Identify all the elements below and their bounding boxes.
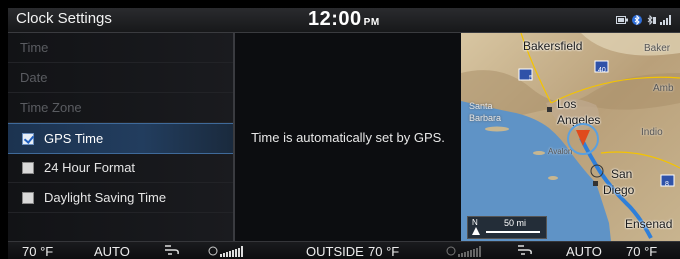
map-label-avalon: Avalon <box>548 147 573 156</box>
map-label-bakersfield: Bakersfield <box>523 39 583 53</box>
daylight-saving-checkbox[interactable] <box>22 191 34 204</box>
status-bar: Clock Settings 12:00 PM <box>8 8 680 33</box>
header-clock: 12:00 PM <box>308 8 380 31</box>
menu-item-label: Daylight Saving Time <box>44 190 167 205</box>
settings-menu: Time Date Time Zone GPS Time 24 Hour For… <box>8 33 233 241</box>
bluetooth-icon <box>632 14 642 28</box>
gps-time-description: Time is automatically set by GPS. <box>251 130 445 145</box>
info-panel: Time is automatically set by GPS. <box>235 33 461 241</box>
bluetooth-phone-icon <box>646 14 656 28</box>
nav-arrow-icon <box>576 130 590 146</box>
map-label-diego: Diego <box>603 183 635 197</box>
map-scale: N 50 mi <box>467 216 547 239</box>
status-icons <box>616 14 672 28</box>
right-airflow-icon[interactable] <box>516 243 534 259</box>
highway-shield-8: 8 <box>665 181 669 188</box>
north-label: N <box>472 218 478 227</box>
menu-item-time-zone: Time Zone <box>8 93 233 123</box>
gps-time-checkbox[interactable] <box>22 132 34 145</box>
left-auto-mode[interactable]: AUTO <box>94 244 130 259</box>
page-title: Clock Settings <box>16 10 112 27</box>
menu-item-label: 24 Hour Format <box>44 160 136 175</box>
map-label-santa: Santa <box>469 101 493 111</box>
map-label-amb: Amb <box>653 83 674 94</box>
left-airflow-icon[interactable] <box>163 243 181 259</box>
menu-item-date: Date <box>8 63 233 93</box>
menu-item-daylight-saving-time[interactable]: Daylight Saving Time <box>8 183 233 213</box>
right-auto-mode[interactable]: AUTO <box>566 244 602 259</box>
right-temp[interactable]: 70 °F <box>626 244 657 259</box>
menu-item-label: Date <box>20 70 48 85</box>
scale-bar <box>486 231 540 233</box>
map-label-barbara: Barbara <box>469 113 502 123</box>
menu-item-time: Time <box>8 33 233 63</box>
menu-item-gps-time[interactable]: GPS Time <box>8 123 233 154</box>
climate-bar: 70 °F AUTO OUTSIDE 70 °F AUTO 70 °F <box>8 241 680 259</box>
map-label-indio: Indio <box>641 127 663 138</box>
infotainment-screen: Clock Settings 12:00 PM Time Date Time Z… <box>8 8 680 259</box>
north-arrow-icon <box>472 227 480 235</box>
battery-icon <box>616 16 628 26</box>
map-label-los: Los <box>557 97 577 111</box>
highway-shield-5: 5 <box>529 75 533 82</box>
left-temp[interactable]: 70 °F <box>22 244 53 259</box>
map-label-baker: Baker <box>644 43 671 54</box>
scale-distance: 50 mi <box>504 218 527 228</box>
highway-shield-40: 40 <box>598 67 606 74</box>
current-location-icon <box>567 123 599 155</box>
signal-icon <box>660 15 672 27</box>
map-panel[interactable]: 5 40 8 Bakersfield Baker Amb Santa Barba… <box>461 33 680 241</box>
menu-item-label: GPS Time <box>44 131 104 146</box>
24-hour-format-checkbox[interactable] <box>22 161 34 174</box>
menu-item-label: Time <box>20 40 49 55</box>
right-fan-speed[interactable] <box>446 244 490 259</box>
map-label-ensenada: Ensenad <box>625 217 673 231</box>
outside-label: OUTSIDE <box>306 244 364 259</box>
clock-ampm: PM <box>363 17 380 28</box>
clock-time: 12:00 <box>308 8 362 30</box>
menu-item-24-hour-format[interactable]: 24 Hour Format <box>8 153 233 183</box>
map-label-san: San <box>611 167 633 181</box>
menu-item-label: Time Zone <box>20 100 82 115</box>
outside-temp: 70 °F <box>368 244 400 259</box>
left-fan-speed[interactable] <box>208 244 252 259</box>
